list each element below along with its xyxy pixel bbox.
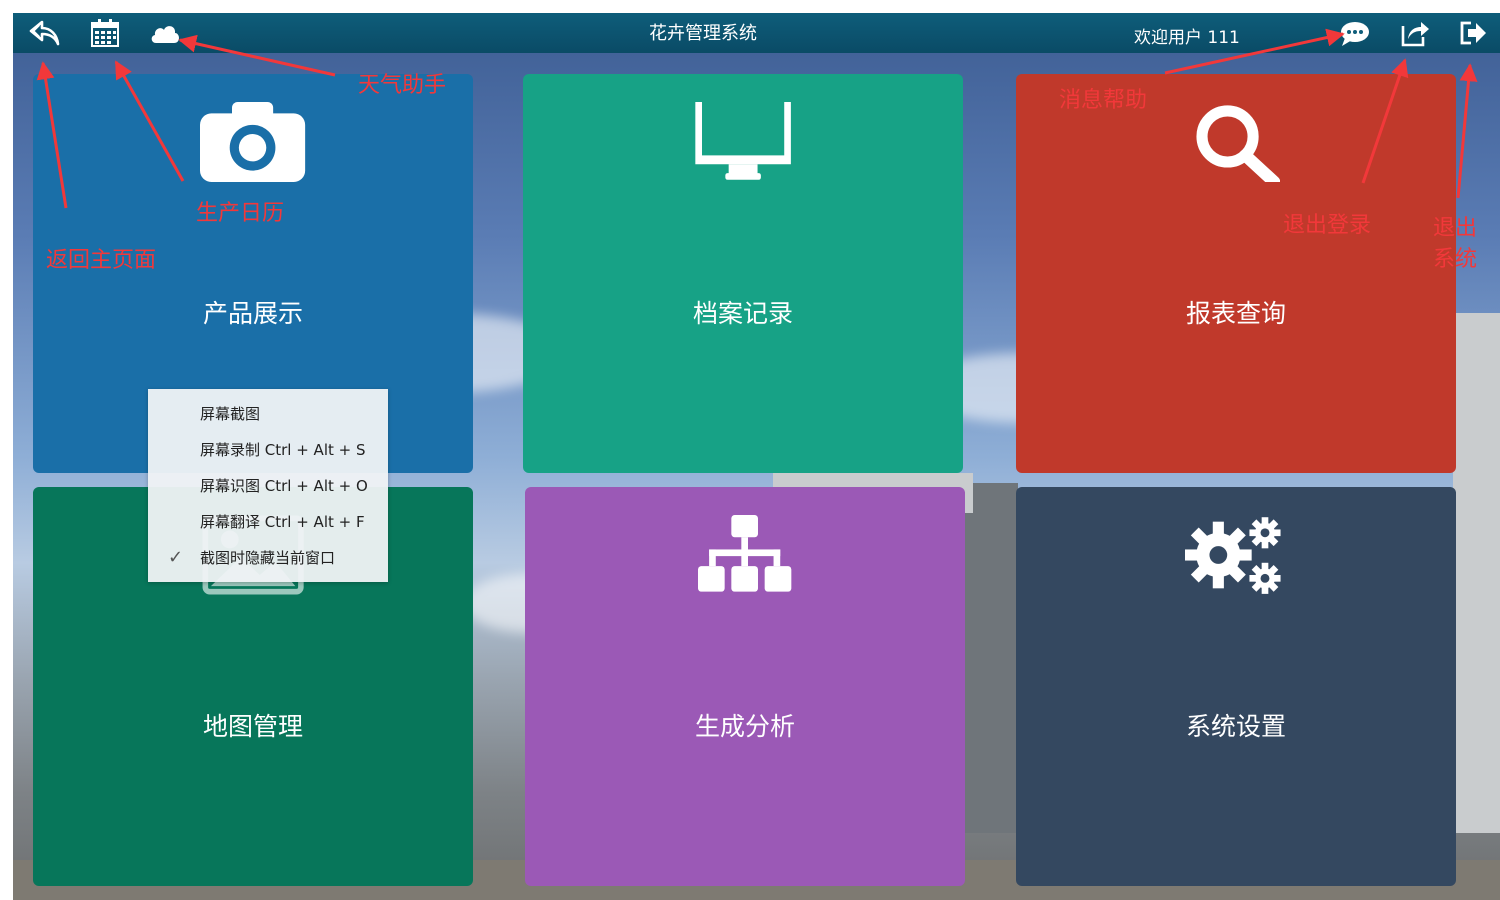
annotation-logout: 退出登录 (1283, 213, 1372, 238)
tile-label: 系统设置 (1185, 712, 1286, 741)
menu-item-screen-ocr[interactable]: 屏幕识图 Ctrl + Alt + O (148, 468, 388, 504)
app-window: 花卉管理系统 欢迎用户 111 产品展示 档案记录 报表查询 地图管理 生成分析… (13, 13, 1500, 900)
tile-label: 生成分析 (694, 712, 795, 741)
menu-item-hide-window[interactable]: ✓ 截图时隐藏当前窗口 (148, 540, 388, 576)
chat-icon[interactable] (1339, 18, 1371, 48)
gears-icon (1016, 515, 1456, 595)
background-building (958, 483, 1018, 833)
menu-item-screen-record[interactable]: 屏幕录制 Ctrl + Alt + S (148, 432, 388, 468)
tile-generate-analysis[interactable]: 生成分析 (525, 487, 965, 886)
tile-label: 档案记录 (692, 299, 793, 328)
share-icon[interactable] (1399, 18, 1431, 48)
tile-label: 产品展示 (202, 299, 303, 328)
checkmark-icon: ✓ (168, 547, 184, 568)
top-bar: 花卉管理系统 欢迎用户 111 (13, 13, 1500, 53)
tile-archive-records[interactable]: 档案记录 (523, 74, 963, 473)
sitemap-icon (525, 515, 965, 595)
tile-system-settings[interactable]: 系统设置 (1016, 487, 1456, 886)
annotation-exit-line: 退出 (1433, 216, 1478, 241)
annotation-weather: 天气助手 (358, 73, 447, 98)
menu-item-screenshot[interactable]: 屏幕截图 (148, 396, 388, 432)
exit-icon[interactable] (1457, 18, 1489, 48)
welcome-user: 欢迎用户 111 (1134, 28, 1240, 48)
menu-item-screen-translate[interactable]: 屏幕翻译 Ctrl + Alt + F (148, 504, 388, 540)
menu-item-label: 截图时隐藏当前窗口 (200, 549, 336, 567)
monitor-icon (523, 102, 963, 182)
annotation-exit-line: 系统 (1433, 247, 1478, 272)
screenshot-context-menu: 屏幕截图 屏幕录制 Ctrl + Alt + S 屏幕识图 Ctrl + Alt… (148, 389, 388, 582)
arrow-exit (1456, 63, 1478, 199)
tile-label: 地图管理 (202, 712, 303, 741)
annotation-home: 返回主页面 (46, 248, 157, 273)
tile-report-query[interactable]: 报表查询 (1016, 74, 1456, 473)
annotation-message: 消息帮助 (1059, 88, 1148, 113)
background-building (1453, 313, 1500, 833)
annotation-exit: 退出 系统 (1433, 213, 1477, 275)
tile-label: 报表查询 (1185, 299, 1286, 328)
annotation-calendar: 生产日历 (196, 201, 285, 226)
camera-icon (33, 102, 473, 182)
